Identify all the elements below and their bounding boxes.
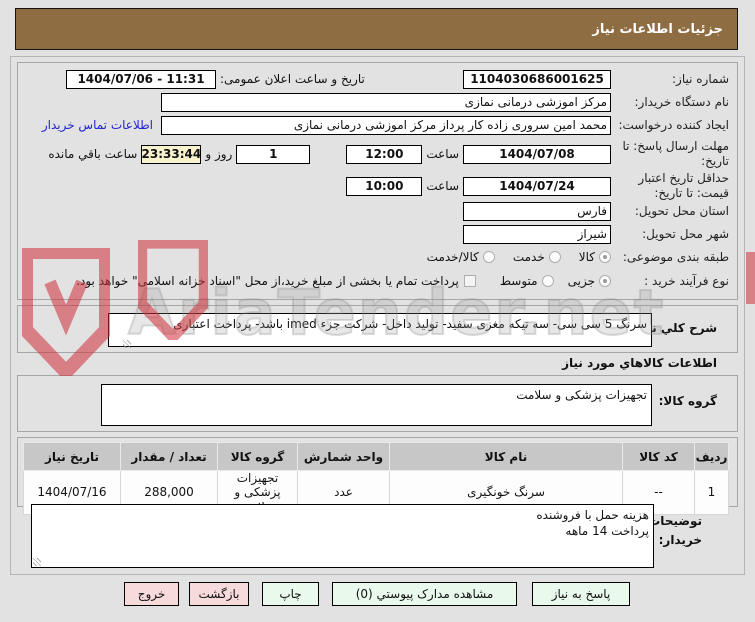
need-description-section: شرح كلي نیاز: سرنگ 5 سی سی- سه تیکه مغزی… — [17, 305, 738, 353]
table-header-row: ردیف کد کالا نام کالا واحد شمارش گروه کا… — [23, 442, 729, 471]
exit-button[interactable]: خروج — [124, 582, 179, 606]
action-buttons: پاسخ به نیاز مشاهده مدارک پیوستي (0) چاپ… — [124, 582, 630, 606]
row-province: استان محل تحویل: فارس — [24, 201, 729, 221]
items-section-title: اطلاعات کالاهاي مورد نیاز — [562, 356, 717, 370]
category-goods-label: کالا — [578, 250, 595, 264]
response-deadline-time-field[interactable]: 12:00 — [346, 144, 423, 164]
city-label: شهر محل تحویل: — [642, 226, 729, 241]
creator-label: ایجاد کننده درخواست: — [618, 117, 729, 132]
item-group-label: گروه کالا: — [658, 394, 717, 408]
items-table-section: ردیف کد کالا نام کالا واحد شمارش گروه کا… — [17, 437, 738, 516]
countdown-timer: 23:33:44 — [141, 144, 202, 164]
print-button[interactable]: چاپ — [262, 582, 319, 606]
resize-grip-icon — [33, 558, 41, 566]
process-medium-label: متوسط — [499, 274, 538, 288]
creator-field[interactable]: محمد امین سروری زاده کار پرداز مرکز اموز… — [161, 115, 611, 135]
province-field[interactable]: فارس — [463, 201, 611, 221]
row-category: طبقه بندی موضوعی: کالا خدمت کالا/خدمت — [24, 248, 729, 266]
back-button[interactable]: بازگشت — [189, 582, 249, 606]
col-item-group: گروه کالا — [217, 442, 298, 471]
col-item-name: نام کالا — [389, 442, 623, 471]
price-validity-label: حداقل تاریخ اعتبار قیمت: تا تاریخ: — [638, 171, 729, 200]
price-validity-date-field[interactable]: 1404/07/24 — [463, 176, 611, 196]
province-label: استان محل تحویل: — [634, 203, 729, 218]
need-number-field[interactable]: 1104030686001625 — [463, 69, 611, 89]
watermark-fragment — [746, 252, 755, 304]
buyer-contact-link[interactable]: اطلاعات تماس خریدار — [42, 118, 153, 132]
col-need-date: تاریخ نیاز — [23, 442, 121, 471]
category-goods-service-radio[interactable] — [482, 251, 495, 263]
response-deadline-date-field[interactable]: 1404/07/08 — [463, 144, 611, 164]
need-details-window: جزئیات اطلاعات نیاز شماره نیاز: 11040306… — [0, 0, 755, 622]
item-group-section: گروه کالا: تجهیزات پزشکی و سلامت — [17, 375, 738, 432]
process-minor-label: جزیی — [567, 274, 595, 288]
col-quantity: تعداد / مقدار — [120, 442, 218, 471]
city-field[interactable]: شیراز — [463, 224, 611, 244]
buyer-notes-textarea[interactable]: هزینه حمل با فروشنده پرداخت 14 ماهه — [31, 504, 654, 568]
hours-remaining-label: ساعت باقي مانده — [48, 147, 138, 161]
need-description-textarea[interactable]: سرنگ 5 سی سی- سه تیکه مغزی سفید- تولید د… — [108, 313, 652, 347]
days-and-label: روز و — [205, 147, 233, 161]
publish-datetime-field[interactable]: 1404/07/06 - 11:31 — [66, 69, 216, 89]
col-row-number: ردیف — [694, 442, 729, 471]
treasury-checkbox[interactable] — [463, 275, 476, 287]
need-info-section: شماره نیاز: 1104030686001625 تاریخ و ساع… — [17, 62, 738, 300]
row-city: شهر محل تحویل: شیراز — [24, 224, 729, 244]
row-need-number: شماره نیاز: 1104030686001625 تاریخ و ساع… — [24, 69, 729, 89]
category-service-radio[interactable] — [548, 251, 561, 263]
days-remaining-field[interactable]: 1 — [236, 144, 311, 164]
row-buyer-org: نام دستگاه خریدار: مرکز اموزشی درمانی نم… — [24, 92, 729, 112]
process-minor-radio[interactable] — [599, 275, 611, 287]
row-response-deadline: مهلت ارسال پاسخ: تا تاریخ: 1404/07/08 سا… — [24, 138, 729, 170]
category-label: طبقه بندی موضوعی: — [622, 249, 729, 264]
col-item-code: کد کالا — [622, 442, 695, 471]
category-goods-service-label: کالا/خدمت — [426, 250, 479, 264]
row-creator: ایجاد کننده درخواست: محمد امین سروری زاد… — [24, 115, 729, 135]
price-validity-time-field[interactable]: 10:00 — [346, 176, 423, 196]
category-goods-radio[interactable] — [599, 251, 611, 263]
process-type-label: نوع فرآیند خرید : — [644, 273, 729, 288]
buyer-org-label: نام دستگاه خریدار: — [634, 94, 730, 109]
buyer-org-field[interactable]: مرکز اموزشی درمانی نمازی — [161, 92, 611, 112]
respond-button[interactable]: پاسخ به نیاز — [532, 582, 630, 606]
process-medium-radio[interactable] — [541, 275, 554, 287]
treasury-note: پرداخت تمام یا بخشی از مبلغ خرید،از محل … — [76, 274, 459, 288]
category-service-label: خدمت — [512, 250, 545, 264]
deadline-hour-label: ساعت — [426, 147, 459, 161]
validity-hour-label: ساعت — [426, 179, 459, 193]
resize-grip-icon — [123, 340, 131, 348]
row-process-type: نوع فرآیند خرید : جزیی متوسط پرداخت تمام… — [24, 272, 729, 290]
response-deadline-label: مهلت ارسال پاسخ: تا تاریخ: — [622, 139, 729, 168]
publish-datetime-label: تاریخ و ساعت اعلان عمومی: — [220, 72, 365, 86]
need-number-label: شماره نیاز: — [672, 71, 729, 86]
item-group-textarea[interactable]: تجهیزات پزشکی و سلامت — [101, 384, 652, 426]
view-attachments-button[interactable]: مشاهده مدارک پیوستي (0) — [332, 582, 517, 606]
col-unit: واحد شمارش — [297, 442, 390, 471]
row-price-validity: حداقل تاریخ اعتبار قیمت: تا تاریخ: 1404/… — [24, 170, 729, 202]
window-title: جزئیات اطلاعات نیاز — [15, 8, 738, 50]
cell-row-number: 1 — [694, 469, 729, 516]
